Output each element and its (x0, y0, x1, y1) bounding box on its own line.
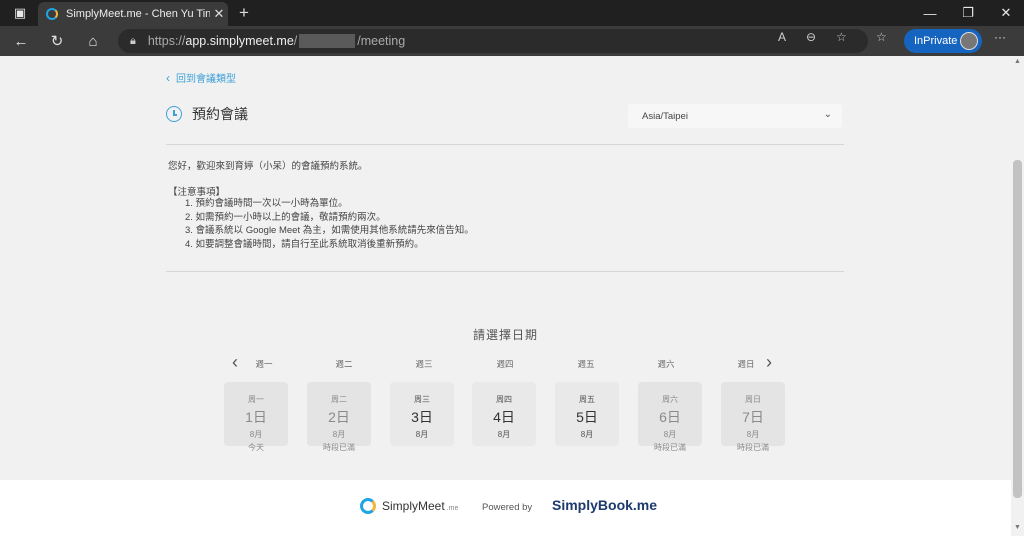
powered-by-text: Powered by (482, 502, 533, 513)
simplymeet-wordmark: SimplyMeet (382, 499, 445, 513)
lock-icon[interactable]: 🔒︎ (130, 35, 136, 48)
note-item: 3. 會議系統以 Google Meet 為主，如需使用其他系統請先來信告知。 (185, 225, 474, 236)
url-scheme: https:// (147, 34, 186, 48)
day-number: 5日 (576, 409, 598, 425)
day-status: 時段已滿 (737, 443, 769, 452)
day-weekday: 周六 (662, 395, 678, 404)
day-month: 8月 (415, 430, 429, 439)
day-cell: 周二 2日 8月 時段已滿 (307, 382, 371, 452)
scroll-down-icon[interactable]: ▼ (1013, 524, 1022, 531)
browser-tab[interactable]: SimplyMeet.me - Chen Yu Ting ✕ (38, 2, 228, 26)
day-weekday: 周三 (414, 395, 430, 404)
note-item: 1. 預約會議時間一次以一小時為單位。 (185, 198, 348, 209)
weekday-header: 週日 (737, 359, 755, 369)
page-header: 預約會議 (166, 104, 248, 124)
day-month: 8月 (746, 430, 760, 439)
tab-close-icon[interactable]: ✕ (210, 6, 228, 22)
day-number: 2日 (328, 409, 350, 425)
url-host: app.simplymeet.me (185, 34, 294, 48)
profile-avatar (960, 32, 978, 50)
day-month: 8月 (497, 430, 511, 439)
day-cell[interactable]: 周三 3日 8月 (390, 382, 454, 446)
simplymeet-logo[interactable]: SimplyMeet .me (360, 498, 458, 514)
weekday-header: 週六 (657, 359, 675, 369)
day-weekday: 周一 (248, 395, 264, 404)
note-item: 2. 如需預約一小時以上的會議，敬請預約兩次。 (185, 211, 386, 223)
day-cell: 周六 6日 8月 時段已滿 (638, 382, 702, 452)
inprivate-button[interactable]: InPrivate (904, 29, 982, 53)
day-weekday: 周五 (579, 395, 595, 404)
note-item: 4. 如要調整會議時間，請自行至此系統取消後重新預約。 (185, 238, 424, 250)
scroll-up-icon[interactable]: ▲ (1013, 58, 1022, 65)
close-window-icon[interactable]: ✕ (988, 0, 1024, 26)
day-status: 今天 (248, 443, 264, 452)
refresh-icon[interactable]: ↻ (44, 30, 70, 52)
notes-title: 【注意事項】 (168, 187, 226, 198)
day-weekday: 周日 (745, 395, 761, 404)
timezone-value: Asia/Taipei (642, 110, 688, 122)
day-number: 1日 (245, 409, 267, 425)
weekday-header: 週一 (255, 359, 273, 369)
day-month: 8月 (663, 430, 677, 439)
simplybook-logo[interactable]: SimplyBook.me (552, 497, 657, 513)
day-cell: 周一 1日 8月 今天 (224, 382, 288, 452)
chevron-left-icon: ‹ (166, 70, 170, 85)
intro-text: 您好，歡迎來到育婷（小呆）的會議預約系統。 (168, 161, 368, 172)
page-scrollbar[interactable]: ▲ ▼ (1011, 56, 1024, 536)
page-title: 預約會議 (192, 106, 248, 122)
url-separator: / (293, 34, 298, 48)
day-number: 4日 (493, 409, 515, 425)
day-cell: 周日 7日 8月 時段已滿 (721, 382, 785, 452)
notes-list: 1. 預約會議時間一次以一小時為單位。 2. 如需預約一小時以上的會議，敬請預約… (185, 197, 474, 251)
favorites-icon[interactable]: ☆ (876, 30, 887, 44)
day-number: 6日 (659, 409, 681, 425)
divider (166, 271, 844, 272)
day-status: 時段已滿 (323, 443, 355, 452)
home-icon[interactable]: ⌂ (80, 30, 106, 52)
back-to-meeting-types-link[interactable]: ‹ 回到會議類型 (166, 70, 236, 86)
inprivate-label: InPrivate (914, 35, 958, 47)
minimize-icon[interactable]: — (912, 0, 948, 26)
day-cell[interactable]: 周四 4日 8月 (472, 382, 536, 446)
url-path: /meeting (357, 34, 406, 48)
page-content: ‹ 回到會議類型 預約會議 Asia/Taipei ⌄ 您好，歡迎來到育婷（小呆… (0, 56, 1011, 536)
read-aloud-icon[interactable]: A (778, 30, 786, 44)
day-month: 8月 (580, 430, 594, 439)
address-bar[interactable]: 🔒︎ https://app.simplymeet.me / /meeting (118, 29, 868, 53)
url-redacted (299, 34, 356, 48)
chevron-down-icon: ⌄ (823, 109, 832, 120)
day-cell[interactable]: 周五 5日 8月 (555, 382, 619, 446)
back-link-label: 回到會議類型 (176, 74, 236, 85)
day-number: 3日 (411, 409, 433, 425)
maximize-icon[interactable]: ❐ (950, 0, 986, 26)
day-month: 8月 (249, 430, 263, 439)
scroll-thumb[interactable] (1013, 160, 1022, 498)
day-month: 8月 (332, 430, 346, 439)
weekday-header: 週五 (577, 359, 595, 369)
weekday-header: 週二 (335, 359, 353, 369)
pick-date-title: 請選擇日期 (472, 328, 538, 342)
page-footer: SimplyMeet .me Powered by SimplyBook.me (0, 480, 1011, 536)
day-number: 7日 (742, 409, 764, 425)
zoom-icon[interactable]: ⊖ (806, 30, 816, 44)
divider (166, 144, 844, 145)
timezone-select[interactable]: Asia/Taipei ⌄ (628, 104, 842, 128)
clock-icon (166, 106, 182, 122)
browser-toolbar: ← ↻ ⌂ 🔒︎ https://app.simplymeet.me / /meet… (0, 26, 1024, 56)
browser-titlebar: ▣ SimplyMeet.me - Chen Yu Ting ✕ + — ❐ ✕ (0, 0, 1024, 26)
day-weekday: 周二 (331, 395, 347, 404)
simplymeet-favicon-icon (46, 8, 58, 20)
day-weekday: 周四 (496, 395, 512, 404)
weekday-header: 週四 (496, 359, 514, 369)
back-icon[interactable]: ← (8, 30, 34, 52)
tab-actions-icon[interactable]: ▣ (2, 0, 38, 26)
tab-title: SimplyMeet.me - Chen Yu Ting (66, 8, 210, 20)
new-tab-icon[interactable]: + (234, 3, 254, 23)
simplymeet-ring-icon (360, 498, 376, 514)
day-status: 時段已滿 (654, 443, 686, 452)
favorite-add-icon[interactable]: ☆ (836, 30, 847, 44)
simplymeet-suffix: .me (446, 504, 459, 512)
weekday-header: 週三 (415, 359, 433, 369)
more-menu-icon[interactable]: ··· (994, 30, 1006, 44)
